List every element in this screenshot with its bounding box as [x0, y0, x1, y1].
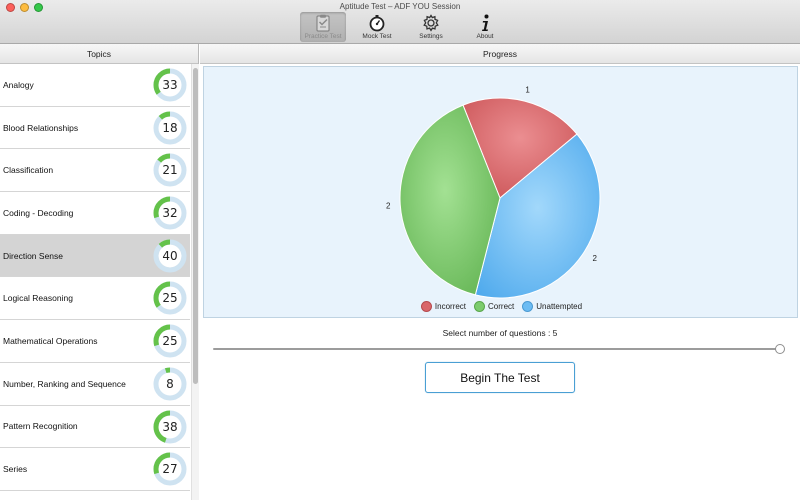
info-icon — [482, 14, 489, 31]
topics-header: Topics — [0, 44, 198, 64]
topic-name: Mathematical Operations — [3, 335, 98, 346]
pie-slice-label: 2 — [592, 254, 597, 263]
legend-item-correct: Correct — [474, 301, 514, 312]
topic-question-count: 21 — [162, 164, 177, 178]
topic-progress-ring: 27 — [153, 452, 187, 486]
progress-chart: 1 2 2 Incorrect Correct Unattempted — [203, 66, 798, 318]
progress-header: Progress — [200, 44, 800, 64]
pie-chart: 1 2 2 — [386, 86, 601, 299]
topic-list: Analogy 33 Blood Relationships 18 Classifica… — [0, 64, 190, 491]
topic-progress-ring: 40 — [153, 239, 187, 273]
topic-progress-ring: 21 — [153, 153, 187, 187]
topic-progress-ring: 25 — [153, 281, 187, 315]
topic-name: Series — [3, 464, 28, 475]
topic-question-count: 25 — [162, 292, 177, 306]
question-count-label: Select number of questions : 5 — [442, 328, 558, 338]
legend-swatch-incorrect — [420, 301, 432, 312]
app-window: Aptitude Test – ADF YOU Session Practice… — [0, 0, 800, 500]
legend-label: Incorrect — [434, 302, 467, 311]
gear-icon — [423, 14, 439, 32]
toolbar-label: Settings — [419, 33, 443, 40]
title-bar: Aptitude Test – ADF YOU Session Practice… — [0, 0, 800, 44]
toolbar: Practice Test Mock Test Settings About — [300, 12, 516, 42]
topic-question-count: 25 — [162, 334, 177, 348]
topic-row[interactable]: Blood Relationships 18 — [0, 107, 190, 150]
topic-name: Classification — [3, 165, 54, 176]
topic-progress-ring: 8 — [153, 367, 187, 401]
topic-name: Direction Sense — [3, 250, 64, 261]
topic-progress-ring: 25 — [153, 324, 187, 358]
legend-item-incorrect: Incorrect — [420, 301, 467, 312]
topic-question-count: 33 — [162, 78, 177, 92]
topic-progress-ring: 32 — [153, 196, 187, 230]
topics-sidebar: Topics Analogy 33 Blood Relationships 18 Cla… — [0, 44, 199, 500]
topic-row[interactable]: Number, Ranking and Sequence 8 — [0, 363, 190, 406]
topic-row[interactable]: Direction Sense 40 — [0, 234, 190, 278]
legend-label: Correct — [488, 302, 515, 311]
topic-question-count: 38 — [162, 420, 177, 434]
topic-name: Analogy — [3, 79, 34, 90]
topic-question-count: 8 — [166, 377, 174, 391]
topic-question-count: 27 — [162, 462, 177, 476]
topic-row[interactable]: Mathematical Operations 25 — [0, 320, 190, 363]
toolbar-label: Mock Test — [362, 33, 392, 40]
window-title: Aptitude Test – ADF YOU Session — [339, 2, 461, 11]
topic-name: Blood Relationships — [3, 122, 79, 133]
topic-question-count: 40 — [162, 249, 177, 263]
toolbar-label: About — [476, 33, 494, 40]
question-count-slider-thumb[interactable] — [775, 344, 785, 354]
topic-row[interactable]: Pattern Recognition 38 — [0, 406, 190, 449]
toolbar-practice-test[interactable]: Practice Test — [300, 12, 346, 42]
pie-slice-label: 1 — [525, 86, 530, 95]
topic-name: Number, Ranking and Sequence — [3, 378, 126, 389]
progress-panel: Progress 1 2 2 Incorrect Correct Unattempt… — [200, 44, 800, 500]
stopwatch-icon — [369, 15, 385, 32]
topic-progress-ring: 38 — [153, 410, 187, 443]
topic-row[interactable]: Logical Reasoning 25 — [0, 277, 190, 321]
toolbar-settings[interactable]: Settings — [408, 12, 454, 42]
legend-swatch-correct — [474, 301, 486, 312]
scrollbar-thumb[interactable] — [193, 68, 198, 384]
chart-legend: Incorrect Correct Unattempted — [204, 301, 799, 312]
topic-question-count: 18 — [162, 121, 177, 135]
topic-progress-ring: 33 — [153, 68, 187, 102]
pie-slice-label: 2 — [386, 201, 391, 210]
legend-label: Unattempted — [536, 302, 583, 311]
topic-name: Coding - Decoding — [3, 207, 74, 218]
toolbar-label: Practice Test — [304, 33, 342, 40]
toolbar-about[interactable]: About — [462, 12, 508, 42]
topic-row[interactable]: Classification 21 — [0, 149, 190, 193]
toolbar-mock-test[interactable]: Mock Test — [354, 12, 400, 42]
topic-row[interactable]: Coding - Decoding 32 — [0, 192, 190, 235]
begin-test-button[interactable]: Begin The Test — [425, 362, 575, 393]
topic-row[interactable]: Series 27 — [0, 448, 190, 491]
topic-name: Pattern Recognition — [3, 421, 78, 432]
legend-item-unattempted: Unattempted — [522, 301, 582, 312]
legend-swatch-unattempted — [522, 301, 534, 312]
topic-question-count: 32 — [162, 206, 177, 220]
question-count-slider-track[interactable] — [213, 348, 781, 350]
topic-progress-ring: 18 — [153, 111, 187, 145]
clipboard-icon — [316, 14, 330, 32]
sidebar-scrollbar[interactable] — [191, 64, 199, 500]
topic-row[interactable]: Analogy 33 — [0, 64, 190, 107]
topic-name: Logical Reasoning — [3, 293, 73, 304]
